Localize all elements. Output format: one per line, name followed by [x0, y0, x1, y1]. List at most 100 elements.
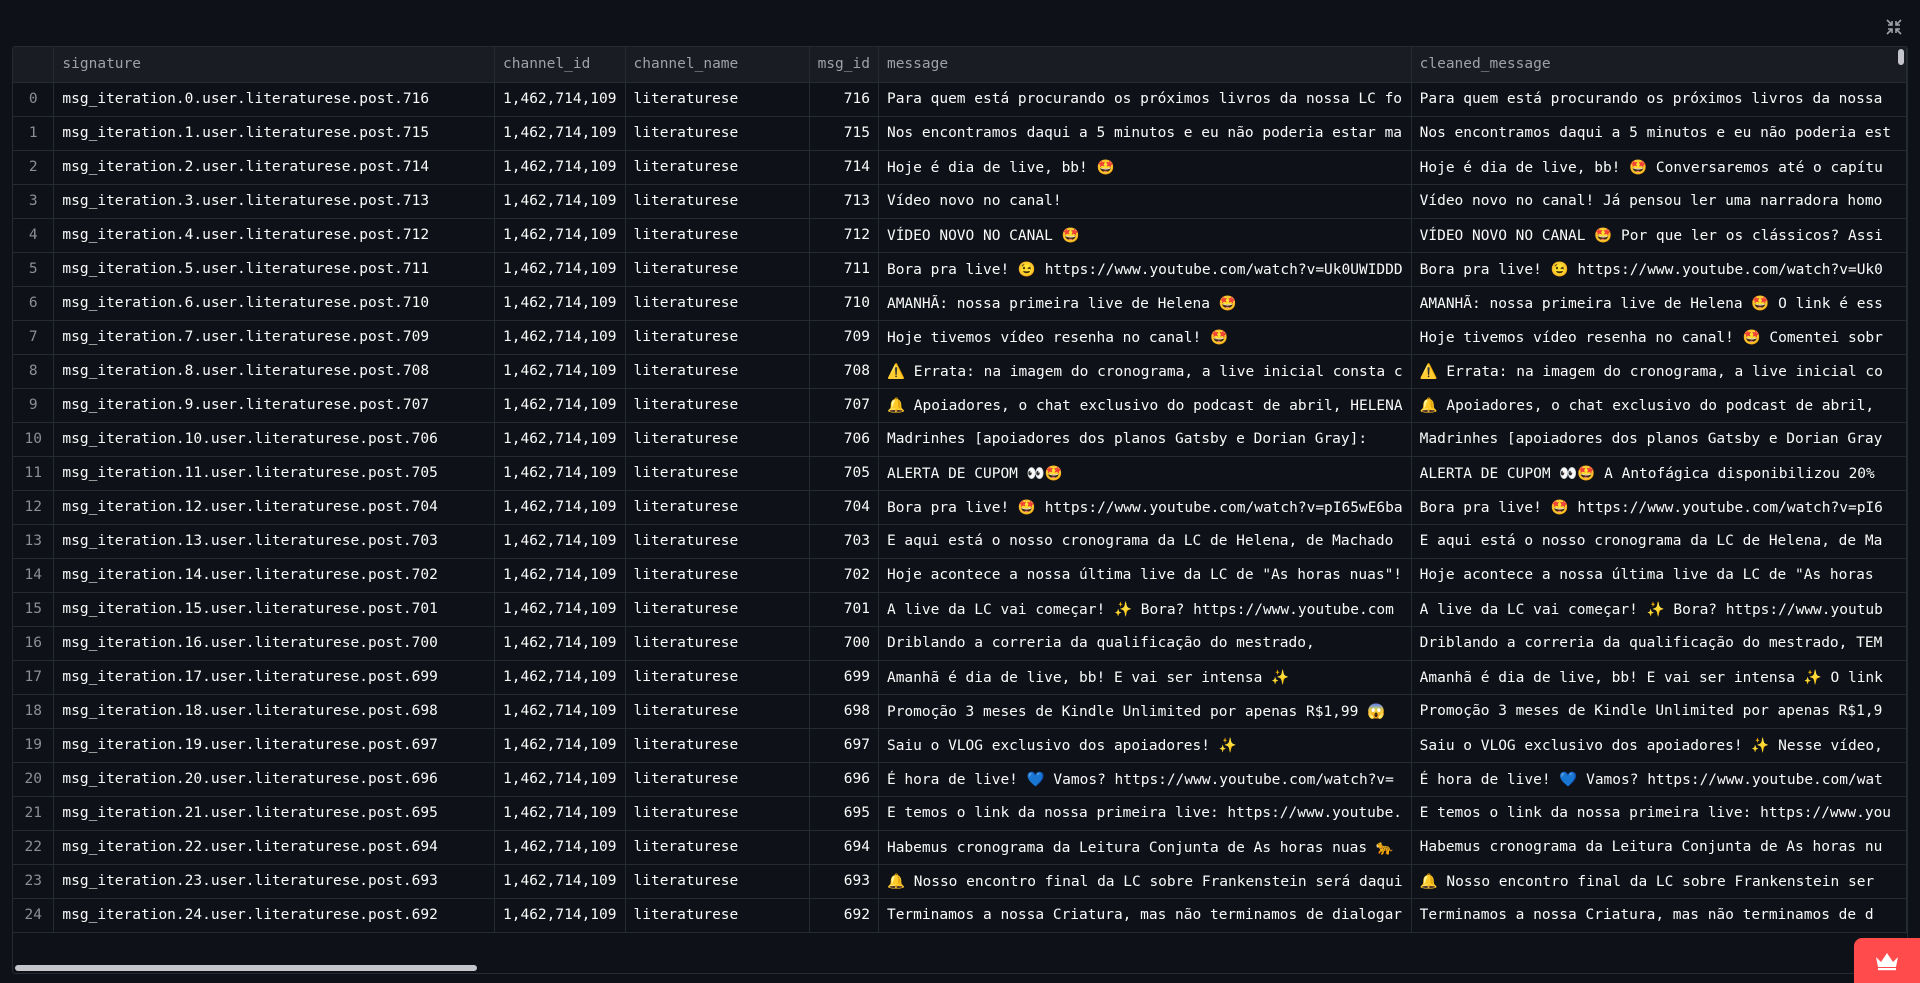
msg-id-cell[interactable]: 692: [809, 898, 879, 933]
channel-id-cell[interactable]: 1,462,714,109: [494, 490, 626, 525]
column-header-channel-id[interactable]: channel_id: [494, 47, 626, 83]
channel-name-cell[interactable]: literaturese: [625, 728, 810, 763]
cleaned-message-cell[interactable]: E temos o link da nossa primeira live: h…: [1411, 796, 1907, 831]
msg-id-cell[interactable]: 696: [809, 762, 879, 797]
message-cell[interactable]: Promoção 3 meses de Kindle Unlimited por…: [878, 694, 1412, 729]
channel-id-cell[interactable]: 1,462,714,109: [494, 524, 626, 559]
msg-id-cell[interactable]: 712: [809, 218, 879, 253]
row-index[interactable]: 12: [13, 490, 55, 525]
message-cell[interactable]: Hoje é dia de live, bb! 🤩: [878, 150, 1412, 185]
msg-id-cell[interactable]: 708: [809, 354, 879, 389]
channel-id-cell[interactable]: 1,462,714,109: [494, 456, 626, 491]
cleaned-message-cell[interactable]: ALERTA DE CUPOM 👀🤩 A Antofágica disponib…: [1411, 456, 1907, 491]
channel-id-cell[interactable]: 1,462,714,109: [494, 320, 626, 355]
row-index[interactable]: 10: [13, 422, 55, 457]
cleaned-message-cell[interactable]: VÍDEO NOVO NO CANAL 🤩 Por que ler os clá…: [1411, 218, 1907, 253]
channel-id-cell[interactable]: 1,462,714,109: [494, 592, 626, 627]
row-index[interactable]: 14: [13, 558, 55, 593]
vertical-scrollbar[interactable]: [1895, 47, 1907, 973]
table-row[interactable]: 6 msg_iteration.6.user.literaturese.post.…: [13, 286, 1907, 321]
table-row[interactable]: 14 msg_iteration.14.user.literaturese.pos…: [13, 558, 1907, 593]
signature-cell[interactable]: msg_iteration.19.user.literaturese.post.…: [53, 728, 495, 763]
cleaned-message-cell[interactable]: Nos encontramos daqui a 5 minutos e eu n…: [1411, 116, 1907, 151]
message-cell[interactable]: A live da LC vai começar! ✨ Bora? https:…: [878, 592, 1412, 627]
msg-id-cell[interactable]: 698: [809, 694, 879, 729]
msg-id-cell[interactable]: 710: [809, 286, 879, 321]
message-cell[interactable]: 🔔 Apoiadores, o chat exclusivo do podcas…: [878, 388, 1412, 423]
msg-id-cell[interactable]: 703: [809, 524, 879, 559]
dataframe-viewer[interactable]: signature channel_id channel_name msg_id…: [12, 46, 1908, 974]
signature-cell[interactable]: msg_iteration.5.user.literaturese.post.7…: [53, 252, 495, 287]
channel-name-cell[interactable]: literaturese: [625, 116, 810, 151]
message-cell[interactable]: AMANHÃ: nossa primeira live de Helena 🤩: [878, 286, 1412, 321]
table-row[interactable]: 4 msg_iteration.4.user.literaturese.post.…: [13, 218, 1907, 253]
table-row[interactable]: 18 msg_iteration.18.user.literaturese.pos…: [13, 694, 1907, 729]
channel-id-cell[interactable]: 1,462,714,109: [494, 184, 626, 219]
channel-name-cell[interactable]: literaturese: [625, 524, 810, 559]
cleaned-message-cell[interactable]: Hoje é dia de live, bb! 🤩 Conversaremos …: [1411, 150, 1907, 185]
msg-id-cell[interactable]: 714: [809, 150, 879, 185]
table-row[interactable]: 0 msg_iteration.0.user.literaturese.post.…: [13, 82, 1907, 117]
signature-cell[interactable]: msg_iteration.17.user.literaturese.post.…: [53, 660, 495, 695]
message-cell[interactable]: Terminamos a nossa Criatura, mas não ter…: [878, 898, 1412, 933]
channel-id-cell[interactable]: 1,462,714,109: [494, 150, 626, 185]
channel-id-cell[interactable]: 1,462,714,109: [494, 252, 626, 287]
signature-cell[interactable]: msg_iteration.23.user.literaturese.post.…: [53, 864, 495, 899]
signature-cell[interactable]: msg_iteration.16.user.literaturese.post.…: [53, 626, 495, 661]
signature-cell[interactable]: msg_iteration.20.user.literaturese.post.…: [53, 762, 495, 797]
channel-name-cell[interactable]: literaturese: [625, 830, 810, 865]
channel-id-cell[interactable]: 1,462,714,109: [494, 762, 626, 797]
column-header-signature[interactable]: signature: [53, 47, 495, 83]
cleaned-message-cell[interactable]: Bora pra live! 😉 https://www.youtube.com…: [1411, 252, 1907, 287]
signature-cell[interactable]: msg_iteration.6.user.literaturese.post.7…: [53, 286, 495, 321]
cleaned-message-cell[interactable]: A live da LC vai começar! ✨ Bora? https:…: [1411, 592, 1907, 627]
table-row[interactable]: 17 msg_iteration.17.user.literaturese.pos…: [13, 660, 1907, 695]
row-index[interactable]: 8: [13, 354, 55, 389]
signature-cell[interactable]: msg_iteration.7.user.literaturese.post.7…: [53, 320, 495, 355]
message-cell[interactable]: Para quem está procurando os próximos li…: [878, 82, 1412, 117]
cleaned-message-cell[interactable]: Madrinhes [apoiadores dos planos Gatsby …: [1411, 422, 1907, 457]
collapse-fullscreen-button[interactable]: [1885, 18, 1903, 36]
cleaned-message-cell[interactable]: Driblando a correria da qualificação do …: [1411, 626, 1907, 661]
message-cell[interactable]: Vídeo novo no canal!: [878, 184, 1412, 219]
message-cell[interactable]: Habemus cronograma da Leitura Conjunta d…: [878, 830, 1412, 865]
cleaned-message-cell[interactable]: Para quem está procurando os próximos li…: [1411, 82, 1907, 117]
channel-id-cell[interactable]: 1,462,714,109: [494, 728, 626, 763]
channel-name-cell[interactable]: literaturese: [625, 150, 810, 185]
signature-cell[interactable]: msg_iteration.15.user.literaturese.post.…: [53, 592, 495, 627]
cleaned-message-cell[interactable]: ⚠️ Errata: na imagem do cronograma, a li…: [1411, 354, 1907, 389]
signature-cell[interactable]: msg_iteration.3.user.literaturese.post.7…: [53, 184, 495, 219]
table-row[interactable]: 20 msg_iteration.20.user.literaturese.pos…: [13, 762, 1907, 797]
row-index[interactable]: 20: [13, 762, 55, 797]
msg-id-cell[interactable]: 706: [809, 422, 879, 457]
table-row[interactable]: 2 msg_iteration.2.user.literaturese.post.…: [13, 150, 1907, 185]
table-row[interactable]: 19 msg_iteration.19.user.literaturese.pos…: [13, 728, 1907, 763]
message-cell[interactable]: É hora de live! 💙 Vamos? https://www.you…: [878, 762, 1412, 797]
vertical-scrollbar-thumb[interactable]: [1898, 49, 1904, 65]
channel-id-cell[interactable]: 1,462,714,109: [494, 796, 626, 831]
channel-id-cell[interactable]: 1,462,714,109: [494, 660, 626, 695]
row-index[interactable]: 16: [13, 626, 55, 661]
message-cell[interactable]: Bora pra live! 🤩 https://www.youtube.com…: [878, 490, 1412, 525]
column-header-message[interactable]: message: [878, 47, 1412, 83]
message-cell[interactable]: 🔔 Nosso encontro final da LC sobre Frank…: [878, 864, 1412, 899]
message-cell[interactable]: Nos encontramos daqui a 5 minutos e eu n…: [878, 116, 1412, 151]
msg-id-cell[interactable]: 713: [809, 184, 879, 219]
signature-cell[interactable]: msg_iteration.22.user.literaturese.post.…: [53, 830, 495, 865]
msg-id-cell[interactable]: 705: [809, 456, 879, 491]
row-index[interactable]: 21: [13, 796, 55, 831]
message-cell[interactable]: E temos o link da nossa primeira live: h…: [878, 796, 1412, 831]
channel-id-cell[interactable]: 1,462,714,109: [494, 422, 626, 457]
signature-cell[interactable]: msg_iteration.18.user.literaturese.post.…: [53, 694, 495, 729]
message-cell[interactable]: Amanhã é dia de live, bb! E vai ser inte…: [878, 660, 1412, 695]
signature-cell[interactable]: msg_iteration.21.user.literaturese.post.…: [53, 796, 495, 831]
channel-id-cell[interactable]: 1,462,714,109: [494, 694, 626, 729]
message-cell[interactable]: Hoje acontece a nossa última live da LC …: [878, 558, 1412, 593]
signature-cell[interactable]: msg_iteration.13.user.literaturese.post.…: [53, 524, 495, 559]
cleaned-message-cell[interactable]: Hoje tivemos vídeo resenha no canal! 🤩 C…: [1411, 320, 1907, 355]
cleaned-message-cell[interactable]: E aqui está o nosso cronograma da LC de …: [1411, 524, 1907, 559]
message-cell[interactable]: Bora pra live! 😉 https://www.youtube.com…: [878, 252, 1412, 287]
channel-id-cell[interactable]: 1,462,714,109: [494, 82, 626, 117]
row-index[interactable]: 4: [13, 218, 55, 253]
channel-id-cell[interactable]: 1,462,714,109: [494, 354, 626, 389]
